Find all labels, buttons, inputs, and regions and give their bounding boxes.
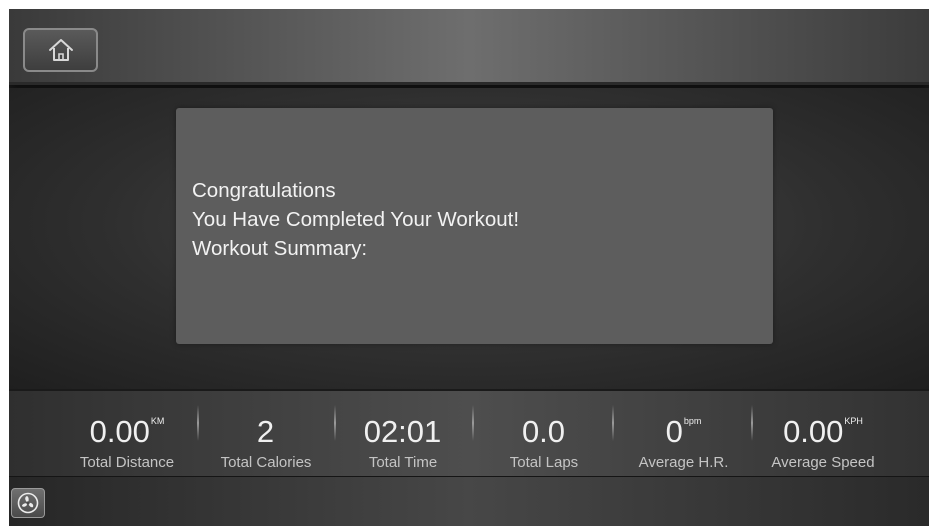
- stat-divider: [612, 405, 614, 441]
- laps-label: Total Laps: [509, 454, 579, 471]
- hr-label: Average H.R.: [638, 454, 729, 471]
- calories-label: Total Calories: [220, 454, 312, 471]
- stat-total-calories: 2 Total Calories: [205, 391, 327, 478]
- stat-divider: [334, 405, 336, 441]
- stat-total-time: 02:01 Total Time: [344, 391, 462, 478]
- summary-panel: Congratulations You Have Completed Your …: [176, 108, 773, 344]
- top-bar: [9, 9, 929, 85]
- stat-total-laps: 0.0 Total Laps: [483, 391, 605, 478]
- speed-unit: KPH: [844, 416, 863, 426]
- distance-value: 0.00: [89, 414, 150, 449]
- stats-bar: 0.00KM Total Distance 2 Total Calories 0…: [9, 389, 929, 478]
- stat-total-distance: 0.00KM Total Distance: [59, 391, 195, 478]
- distance-unit: KM: [150, 416, 165, 426]
- time-value: 02:01: [363, 414, 442, 449]
- hr-value: 0: [665, 414, 683, 449]
- congrats-text: Congratulations: [192, 179, 336, 202]
- home-icon: [46, 37, 76, 63]
- stat-divider: [751, 405, 753, 441]
- bottom-bar: [9, 476, 929, 526]
- speed-value: 0.00: [783, 414, 844, 449]
- fan-button[interactable]: [11, 488, 45, 518]
- stat-divider: [472, 405, 474, 441]
- stat-average-speed: 0.00KPH Average Speed: [757, 391, 889, 478]
- fan-icon: [17, 492, 39, 514]
- hr-unit: bpm: [683, 416, 702, 426]
- distance-label: Total Distance: [79, 454, 175, 471]
- laps-value: 0.0: [521, 414, 566, 449]
- speed-label: Average Speed: [771, 454, 875, 471]
- stat-divider: [197, 405, 199, 441]
- workout-complete-screen: Congratulations You Have Completed Your …: [9, 9, 929, 526]
- summary-message: Congratulations You Have Completed Your …: [192, 176, 519, 263]
- home-button[interactable]: [23, 28, 98, 72]
- completed-text: You Have Completed Your Workout!: [192, 208, 520, 231]
- summary-heading: Workout Summary:: [192, 237, 368, 260]
- calories-value: 2: [256, 414, 275, 449]
- stat-average-hr: 0bpm Average H.R.: [621, 391, 746, 478]
- time-label: Total Time: [368, 454, 438, 471]
